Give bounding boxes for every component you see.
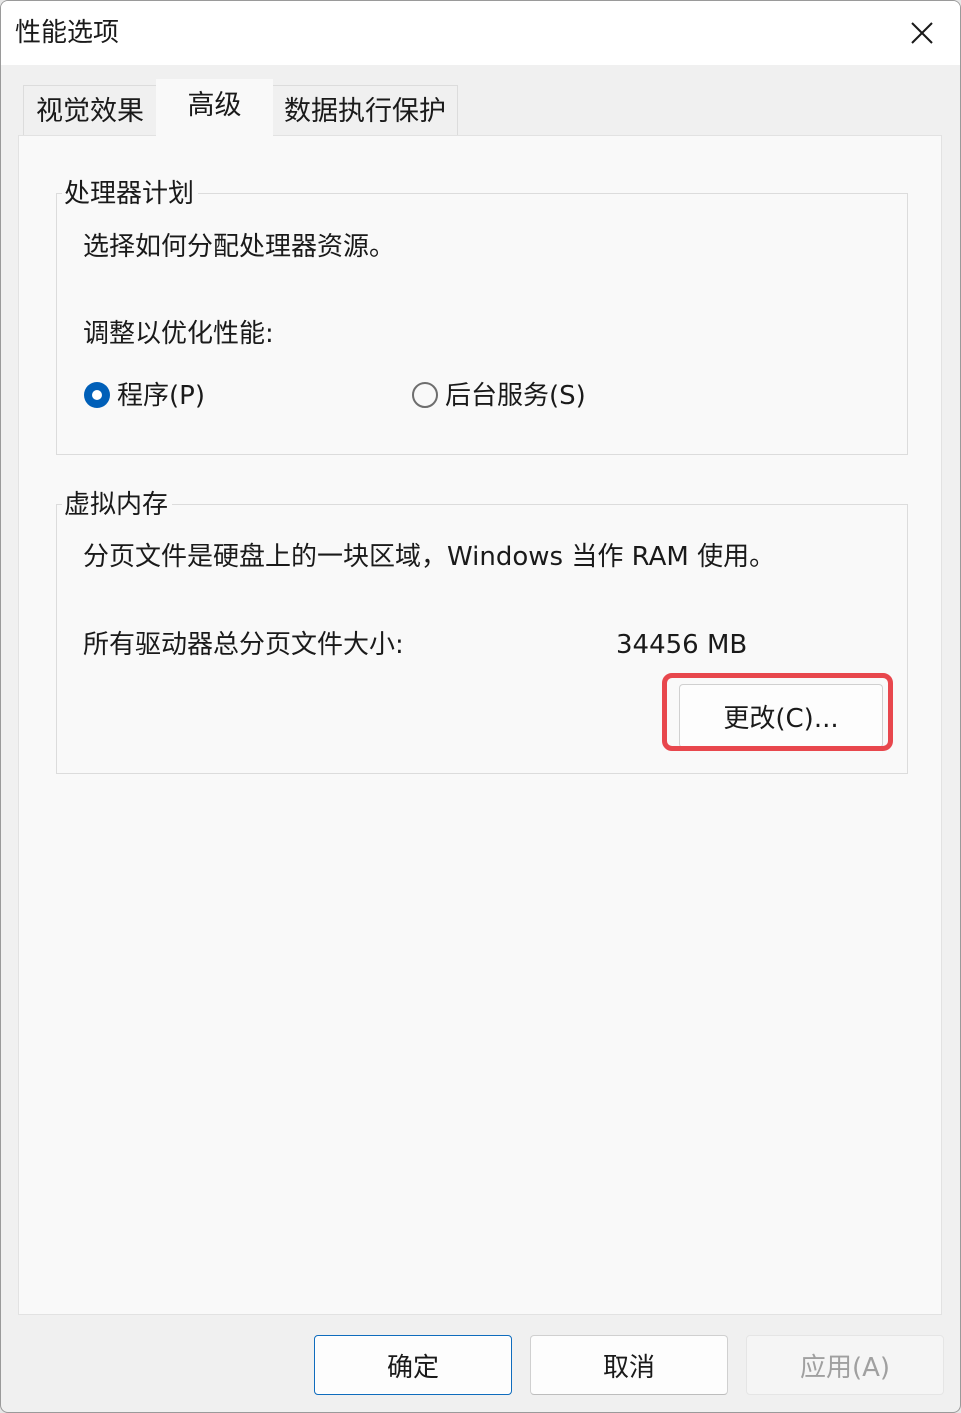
tab-data-execution-prevention[interactable]: 数据执行保护 [272, 85, 458, 137]
close-button[interactable] [884, 1, 960, 65]
radio-programs[interactable] [84, 382, 110, 408]
radio-background-services[interactable] [412, 382, 438, 408]
paging-file-total-value: 34456 MB [616, 630, 748, 660]
ok-button[interactable]: 确定 [314, 1335, 512, 1395]
title-bar: 性能选项 [1, 1, 960, 65]
radio-background-services-label[interactable]: 后台服务(S) [445, 379, 586, 413]
performance-options-dialog: 性能选项 视觉效果 高级 数据执行保护 处理器计划 选择如何分配处理器资源。 调… [0, 0, 961, 1413]
virtual-memory-title: 虚拟内存 [62, 488, 173, 522]
tab-visual-effects[interactable]: 视觉效果 [23, 85, 157, 137]
adjust-for-label: 调整以优化性能: [83, 319, 274, 349]
tab-advanced[interactable]: 高级 [156, 79, 273, 139]
tab-panel-advanced: 处理器计划 选择如何分配处理器资源。 调整以优化性能: 程序(P) 后台服务(S… [18, 135, 942, 1315]
cancel-button[interactable]: 取消 [530, 1335, 728, 1395]
radio-programs-label[interactable]: 程序(P) [117, 379, 205, 413]
processor-scheduling-title: 处理器计划 [62, 177, 199, 211]
change-virtual-memory-button[interactable]: 更改(C)... [679, 684, 883, 748]
paging-file-total-label: 所有驱动器总分页文件大小: [83, 630, 404, 660]
window-title: 性能选项 [15, 18, 120, 48]
apply-button[interactable]: 应用(A) [746, 1335, 944, 1395]
virtual-memory-description: 分页文件是硬盘上的一块区域，Windows 当作 RAM 使用。 [83, 542, 776, 572]
processor-description: 选择如何分配处理器资源。 [83, 232, 396, 262]
close-icon [911, 22, 933, 44]
